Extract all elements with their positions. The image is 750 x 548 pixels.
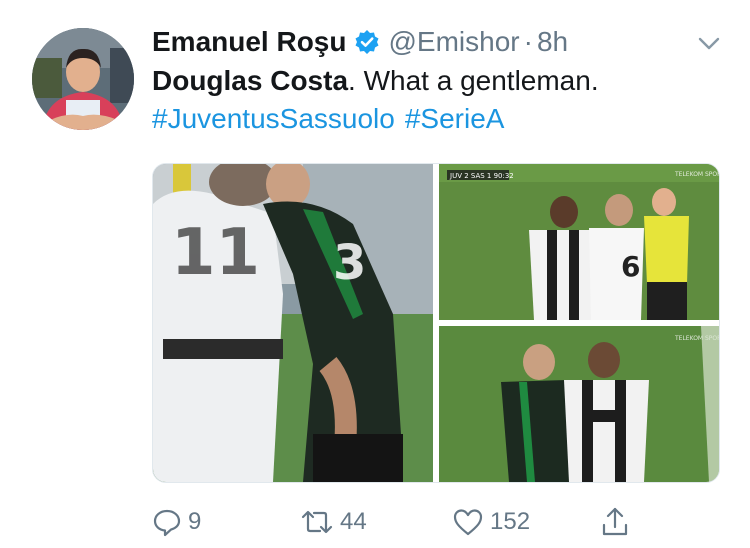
heart-icon [452,507,484,537]
tweet-text-body: . What a gentleman. [348,65,599,96]
tweet-actions: 9 44 152 [152,505,652,539]
media-photo-1[interactable]: 11 3 [153,164,433,482]
svg-text:TELEKOM SPORT 4: TELEKOM SPORT 4 [674,171,719,178]
user-handle[interactable]: @Emishor [388,26,519,58]
retweet-icon [300,507,334,537]
tweet-header: Emanuel Roşu @Emishor · 8h [152,24,568,60]
football-photo-image: TELEKOM SPORT 4 [439,326,719,482]
svg-text:11: 11 [171,216,260,290]
svg-text:JUV 2 SAS 1 90:32: JUV 2 SAS 1 90:32 [449,172,514,180]
tweet-card[interactable]: Emanuel Roşu @Emishor · 8h Douglas Costa… [0,0,750,548]
retweet-button[interactable]: 44 [300,505,367,539]
football-photo-image: JUV 2 SAS 1 90:32 TELEKOM SPORT 4 6 [439,164,719,320]
like-button[interactable]: 152 [452,505,530,539]
media-photo-3[interactable]: TELEKOM SPORT 4 [439,326,719,482]
hashtag-link[interactable]: #JuventusSassuolo [152,103,395,134]
header-separator: · [523,26,533,57]
tweet-text-mention: Douglas Costa [152,65,349,96]
share-button[interactable] [600,505,630,539]
media-grid[interactable]: 11 3 JUV 2 SAS 1 90:32 TELEKOM SPORT 4 [152,163,720,483]
hashtag-link[interactable]: #SerieA [405,103,505,134]
share-icon [600,506,630,538]
svg-text:3: 3 [333,235,366,291]
chevron-down-icon[interactable] [696,30,722,56]
reply-icon [152,507,182,537]
verified-badge-icon [354,29,380,55]
like-count: 152 [490,508,531,535]
media-photo-2[interactable]: JUV 2 SAS 1 90:32 TELEKOM SPORT 4 6 [439,164,719,320]
display-name[interactable]: Emanuel Roşu [152,26,346,58]
retweet-count: 44 [340,508,367,535]
svg-text:6: 6 [621,250,640,283]
reply-button[interactable]: 9 [152,505,201,539]
hashtags: #JuventusSassuolo #SerieA [152,100,514,138]
timestamp[interactable]: 8h [537,26,568,58]
tweet-text: Douglas Costa. What a gentleman. [152,62,599,100]
reply-count: 9 [188,508,202,535]
football-photo-image: 11 3 [153,164,433,482]
person-avatar-image [32,28,134,130]
avatar[interactable] [32,28,134,130]
